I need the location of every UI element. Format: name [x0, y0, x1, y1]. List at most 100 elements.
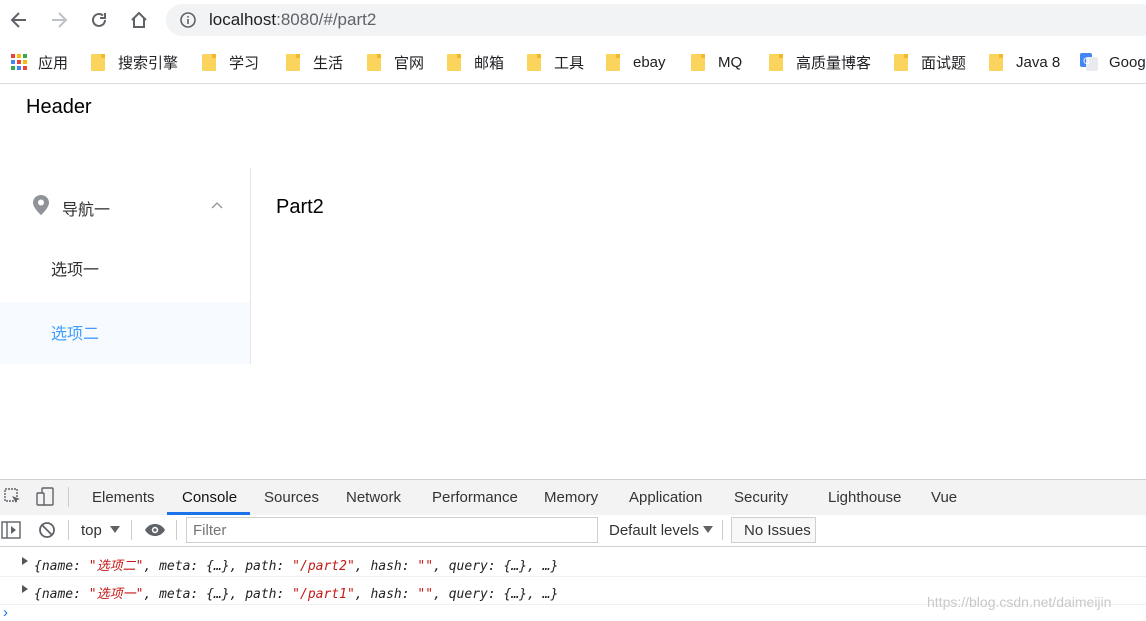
tab-memory[interactable]: Memory	[544, 489, 598, 506]
chevron-up-icon	[211, 202, 223, 209]
info-icon[interactable]	[180, 12, 196, 33]
log-path-value: "/part2"	[292, 559, 355, 574]
bookmark-label: 生活	[313, 54, 344, 72]
bookmark-label: 高质量博客	[796, 54, 872, 72]
expand-triangle-icon[interactable]	[22, 585, 28, 593]
devtools-tabbar: Elements Console Sources Network Perform…	[0, 479, 1146, 516]
folder-icon	[769, 53, 783, 71]
issues-button[interactable]: No Issues	[731, 517, 816, 543]
folder-icon	[894, 53, 908, 71]
bookmark-folder[interactable]: MQ	[691, 52, 742, 72]
tab-security[interactable]: Security	[734, 489, 788, 506]
folder-icon	[447, 53, 461, 71]
bookmark-folder[interactable]: 学习	[202, 52, 259, 72]
log-hash-value: ""	[417, 559, 434, 574]
folder-icon	[286, 53, 300, 71]
eye-icon[interactable]	[144, 523, 166, 537]
issues-label: No Issues	[744, 522, 811, 539]
address-bar[interactable]: localhost:8080/#/part2	[166, 4, 1146, 36]
log-text: {name:	[34, 587, 89, 602]
filter-input[interactable]: Filter	[186, 517, 598, 543]
page-header: Header	[26, 96, 92, 118]
tab-vue[interactable]: Vue	[931, 489, 957, 506]
divider	[722, 520, 723, 540]
folder-icon	[91, 53, 105, 71]
bookmark-label: 应用	[38, 54, 69, 72]
router-view-content: Part2	[276, 196, 324, 218]
tab-network[interactable]: Network	[346, 489, 401, 506]
bookmark-folder[interactable]: 高质量博客	[769, 52, 871, 72]
bookmark-label: MQ	[718, 53, 743, 71]
tab-elements[interactable]: Elements	[92, 489, 155, 506]
divider	[68, 487, 69, 507]
folder-icon	[989, 53, 1003, 71]
bookmark-folder[interactable]: 邮箱	[447, 52, 504, 72]
apps-icon	[11, 54, 27, 70]
inspect-element-icon[interactable]	[4, 488, 22, 506]
console-prompt[interactable]: ›	[3, 604, 8, 621]
bookmark-folder[interactable]: 面试题	[894, 52, 966, 72]
url-text: localhost:8080/#/part2	[209, 10, 376, 30]
bookmark-folder[interactable]: Java 8	[989, 52, 1060, 72]
menu-item-option-two[interactable]: 选项二	[0, 302, 250, 364]
location-icon	[33, 195, 49, 215]
watermark: https://blog.csdn.net/daimeijin	[927, 594, 1112, 610]
google-translate-icon: G	[1080, 53, 1098, 71]
bookmark-folder[interactable]: 搜索引擎	[91, 52, 178, 72]
console-log-line[interactable]: {name: "选项二", meta: {…}, path: "/part2",…	[0, 549, 1146, 577]
submenu-title-label: 导航一	[62, 202, 111, 219]
sidebar-menu: 导航一 选项一 选项二	[0, 168, 251, 364]
bookmark-folder[interactable]: 工具	[527, 52, 584, 72]
log-text: , hash:	[354, 559, 418, 574]
caret-down-icon	[110, 526, 120, 533]
arrow-left-icon	[10, 12, 26, 28]
device-toggle-icon[interactable]	[35, 487, 55, 507]
bookmark-label: 邮箱	[474, 54, 505, 72]
log-text: , hash:	[354, 587, 418, 602]
log-text: {name:	[34, 559, 89, 574]
url-path: :8080/#/part2	[276, 10, 377, 29]
clear-console-icon[interactable]	[38, 521, 56, 539]
sidebar-toggle-icon[interactable]	[1, 521, 21, 539]
console-toolbar: top Filter Default levels No Issues	[0, 515, 1146, 547]
home-button[interactable]	[125, 6, 153, 34]
tab-console[interactable]: Console	[182, 489, 237, 506]
log-path-value: "/part1"	[292, 587, 355, 602]
bookmark-label: 学习	[229, 54, 260, 72]
svg-text:G: G	[1083, 57, 1090, 67]
reload-button[interactable]	[85, 6, 113, 34]
folder-icon	[606, 53, 620, 71]
bookmark-apps[interactable]: 应用	[11, 52, 68, 72]
menu-item-option-one[interactable]: 选项一	[0, 238, 250, 300]
bookmark-google[interactable]: G Goog	[1080, 52, 1146, 72]
caret-down-icon	[703, 526, 713, 533]
bookmark-folder[interactable]: 生活	[286, 52, 343, 72]
submenu-nav-one[interactable]: 导航一	[0, 178, 250, 234]
log-name-value: "选项二"	[88, 559, 144, 574]
log-hash-value: ""	[417, 587, 434, 602]
bookmark-label: ebay	[633, 53, 666, 71]
tab-performance[interactable]: Performance	[432, 489, 518, 506]
menu-item-label: 选项一	[51, 262, 100, 279]
back-button[interactable]	[5, 6, 33, 34]
filter-placeholder: Filter	[193, 522, 227, 539]
home-icon	[131, 11, 147, 28]
expand-triangle-icon[interactable]	[22, 557, 28, 565]
bookmark-label: 工具	[554, 54, 585, 72]
bookmark-folder[interactable]: 官网	[367, 52, 424, 72]
tab-application[interactable]: Application	[629, 489, 702, 506]
log-object: {name: "选项一", meta: {…}, path: "/part1",…	[34, 583, 558, 602]
url-host: localhost	[209, 10, 277, 29]
bookmark-label: Java 8	[1016, 53, 1061, 71]
folder-icon	[202, 53, 216, 71]
forward-button[interactable]	[45, 6, 73, 34]
browser-toolbar: localhost:8080/#/part2	[0, 0, 1146, 42]
bookmarks-bar: 应用 搜索引擎 学习 生活 官网 邮箱 工具 ebay MQ 高质量博客 面试题…	[0, 42, 1146, 84]
bookmark-folder[interactable]: ebay	[606, 52, 666, 72]
tab-sources[interactable]: Sources	[264, 489, 319, 506]
folder-icon	[367, 53, 381, 71]
folder-icon	[691, 53, 705, 71]
bookmark-label: 官网	[394, 54, 425, 72]
tab-lighthouse[interactable]: Lighthouse	[828, 489, 901, 506]
log-text: , meta: {…}, path:	[143, 587, 293, 602]
